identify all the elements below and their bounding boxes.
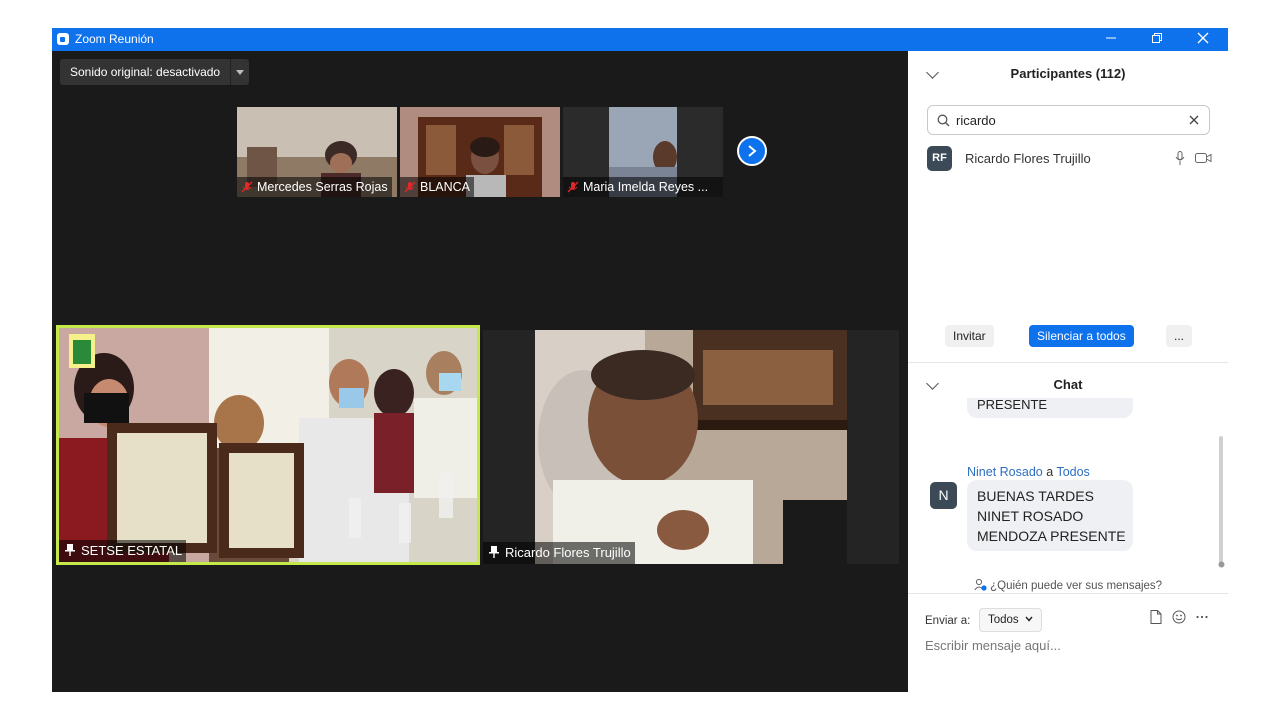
participant-name-bar: Maria Imelda Reyes ... [563, 177, 723, 197]
participant-video-image [483, 330, 899, 564]
chevron-down-icon [1025, 616, 1033, 622]
thumbnail-video[interactable]: Mercedes Serras Rojas [237, 107, 397, 197]
participant-name: Ricardo Flores Trujillo [965, 151, 1091, 166]
title-bar: Zoom Reunión [52, 28, 1228, 51]
minimize-icon [1106, 37, 1116, 39]
participant-search-box[interactable] [927, 105, 1210, 135]
zoom-window: Zoom Reunión Sonido original: desactivad… [52, 28, 1228, 692]
who-can-see-text: ¿Quién puede ver sus mensajes? [990, 580, 1163, 592]
restore-icon [1152, 33, 1162, 43]
original-sound-label: Sonido original: desactivado [70, 65, 221, 79]
main-video-ricardo[interactable]: Ricardo Flores Trujillo [483, 330, 899, 564]
user-visibility-icon [974, 578, 987, 591]
file-icon[interactable] [1150, 610, 1162, 624]
clear-search-icon[interactable] [1189, 115, 1199, 125]
chat-avatar: N [930, 482, 957, 509]
chat-sender-line: Ninet Rosado a Todos [967, 465, 1090, 479]
original-sound-button[interactable]: Sonido original: desactivado [60, 59, 250, 85]
chat-header: Chat [1053, 377, 1083, 392]
close-icon [1197, 32, 1209, 44]
send-to-dropdown[interactable]: Todos [979, 608, 1042, 632]
participant-video-image [59, 328, 477, 562]
muted-mic-icon [241, 181, 253, 193]
chat-sender: Ninet Rosado [967, 465, 1043, 479]
chat-scrollbar[interactable] [1219, 436, 1223, 566]
participant-name-bar: Mercedes Serras Rojas [237, 177, 392, 197]
chat-message-bubble: PRESENTE [967, 398, 1133, 418]
send-to-label: Enviar a: [925, 615, 971, 627]
caret-down-icon [236, 69, 245, 75]
chat-message-text: PRESENTE [977, 398, 1048, 412]
chevron-right-icon [748, 145, 757, 157]
chat-message-line: BUENAS TARDES [977, 488, 1094, 504]
camera-icon[interactable] [1195, 152, 1212, 164]
participant-search-input[interactable] [956, 111, 1176, 129]
window-title: Zoom Reunión [75, 32, 154, 46]
microphone-icon[interactable] [1175, 151, 1185, 166]
side-panel: Participantes (112) RF Ricardo Flores Tr… [908, 51, 1228, 692]
chat-message-text: BUENAS TARDES NINET ROSADO MENDOZA PRESE… [977, 486, 1126, 546]
main-video-setse[interactable]: SETSE ESTATAL [56, 325, 480, 565]
chat-message-bubble: BUENAS TARDES NINET ROSADO MENDOZA PRESE… [967, 480, 1133, 551]
participant-name-bar: BLANCA [400, 177, 475, 197]
emoji-icon[interactable] [1172, 610, 1186, 624]
participant-name: BLANCA [420, 180, 471, 194]
send-to-value: Todos [988, 614, 1019, 626]
participant-name: Maria Imelda Reyes ... [583, 180, 709, 194]
next-page-button[interactable] [737, 136, 767, 166]
more-options-button[interactable]: ... [1166, 325, 1193, 347]
invite-button[interactable]: Invitar [945, 325, 994, 347]
video-stage: Sonido original: desactivado Mercedes Se… [52, 51, 908, 692]
thumbnail-video[interactable]: BLANCA [400, 107, 560, 197]
participant-name: Ricardo Flores Trujillo [505, 545, 631, 560]
search-icon [937, 114, 950, 127]
pin-icon [489, 546, 499, 558]
scrollbar-thumb-icon[interactable] [1218, 561, 1225, 568]
chat-recipient: Todos [1056, 465, 1090, 479]
chat-message-input[interactable] [925, 635, 1215, 655]
participants-header: Participantes (112) [1010, 66, 1126, 81]
minimize-button[interactable] [1088, 28, 1134, 51]
participant-list-item[interactable]: RF Ricardo Flores Trujillo [927, 146, 1217, 172]
chat-message-line: MENDOZA PRESENTE [977, 528, 1126, 544]
muted-mic-icon [567, 181, 579, 193]
participant-name-bar: Ricardo Flores Trujillo [483, 542, 635, 564]
more-horizontal-icon[interactable] [1196, 615, 1208, 619]
zoom-app-icon [57, 33, 69, 45]
avatar: RF [927, 146, 952, 171]
participant-name: Mercedes Serras Rojas [257, 180, 388, 194]
who-can-see-link[interactable]: ¿Quién puede ver sus mensajes? [908, 578, 1228, 592]
participant-name: SETSE ESTATAL [81, 543, 183, 558]
restore-button[interactable] [1134, 28, 1180, 51]
close-window-button[interactable] [1180, 28, 1226, 51]
chat-message-line: NINET ROSADO [977, 508, 1084, 524]
pin-icon [65, 544, 75, 556]
mute-all-button[interactable]: Silenciar a todos [1029, 325, 1134, 347]
thumbnail-video[interactable]: Maria Imelda Reyes ... [563, 107, 723, 197]
chat-divider [908, 593, 1228, 594]
participant-name-bar: SETSE ESTATAL [59, 540, 187, 562]
panel-divider [908, 362, 1228, 363]
chat-connector: a [1046, 465, 1054, 479]
original-sound-dropdown[interactable] [230, 59, 249, 85]
muted-mic-icon [404, 181, 416, 193]
